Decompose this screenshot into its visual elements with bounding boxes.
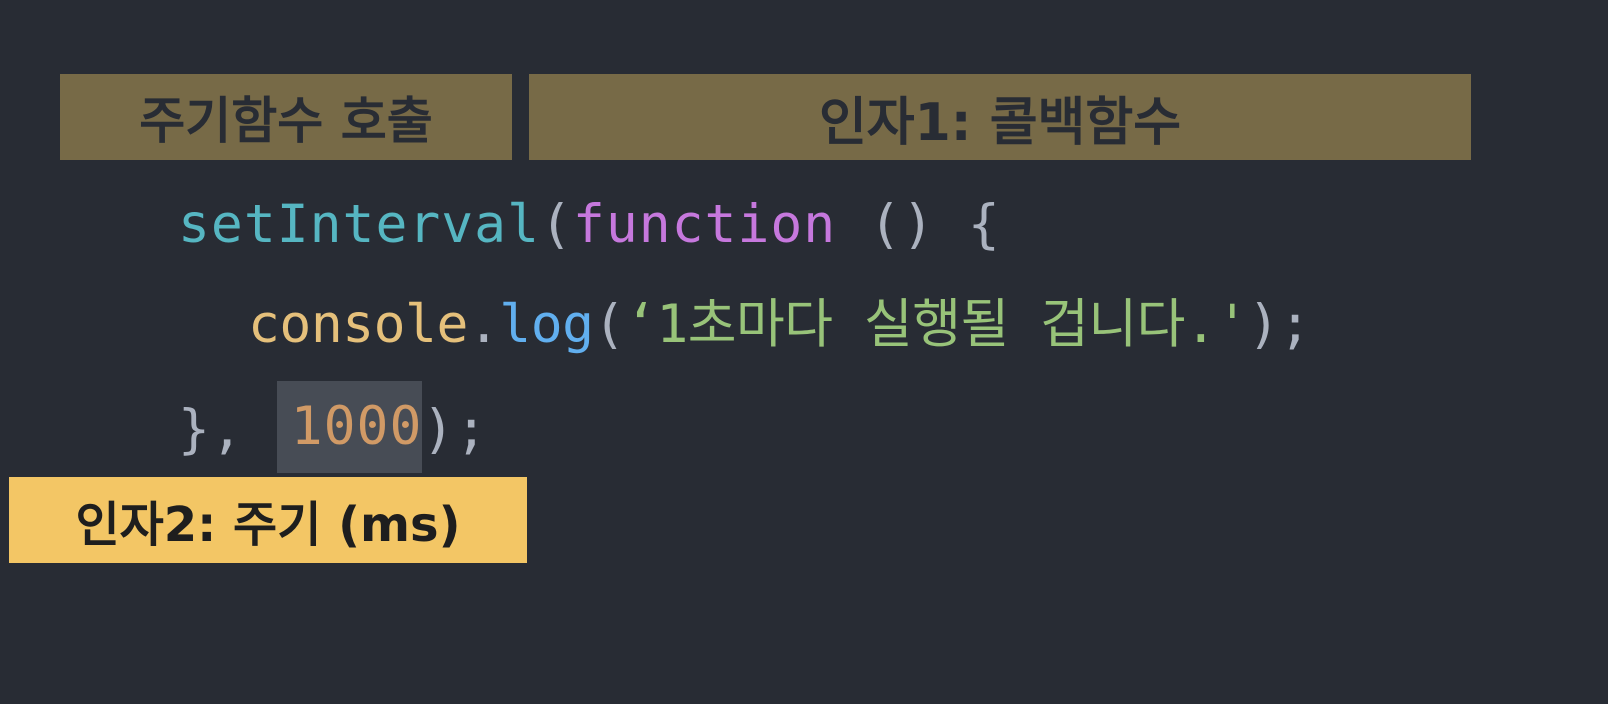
- code-line-1: setInterval(function () {: [178, 190, 1001, 260]
- call-close: );: [422, 399, 489, 461]
- set-interval-call: setInterval: [178, 194, 540, 255]
- console-object: console: [248, 294, 468, 355]
- function-keyword: function: [572, 194, 837, 255]
- log-close: );: [1247, 294, 1311, 355]
- label-argument1-callback: 인자1: 콜백함수: [529, 74, 1471, 160]
- code-line-2: console.log(‘1초마다 실행될 겁니다.');: [248, 290, 1311, 360]
- close-brace-comma: },: [178, 399, 277, 461]
- label-argument2-interval: 인자2: 주기 (ms): [9, 477, 527, 563]
- label-periodic-function-call: 주기함수 호출: [60, 74, 512, 160]
- log-message-string: ‘1초마다 실행될 겁니다.': [624, 294, 1248, 355]
- log-method: log: [499, 294, 594, 355]
- interval-ms-value: 1000: [276, 381, 423, 473]
- member-dot: .: [467, 294, 500, 355]
- function-params-open-brace: () {: [836, 194, 1001, 255]
- open-paren: (: [540, 194, 573, 255]
- code-line-3: }, 1000);: [178, 381, 489, 473]
- log-open-paren: (: [593, 294, 626, 355]
